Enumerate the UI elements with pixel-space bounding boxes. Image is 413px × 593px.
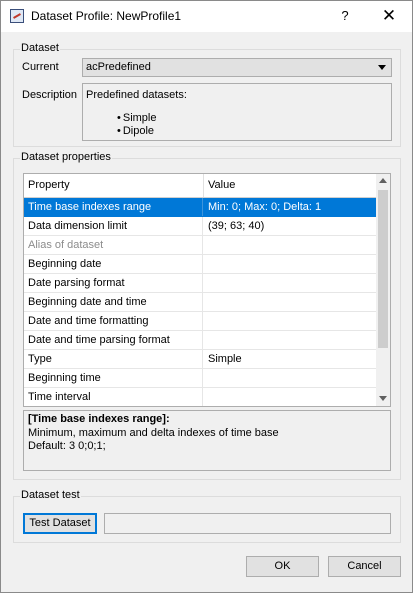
scroll-thumb[interactable] — [378, 190, 388, 348]
property-value[interactable] — [204, 274, 376, 292]
property-grid: Property Value Time base indexes range Mi… — [23, 173, 391, 407]
property-row[interactable]: Type Simple — [24, 350, 376, 369]
scroll-up-icon[interactable] — [379, 178, 387, 183]
property-name: Time interval — [24, 388, 203, 406]
description-item: Simple — [117, 112, 157, 124]
property-value[interactable] — [204, 293, 376, 311]
property-value[interactable] — [204, 388, 376, 406]
property-value[interactable] — [204, 255, 376, 273]
description-text: Predefined datasets: — [86, 89, 187, 101]
property-row[interactable]: Beginning date and time — [24, 293, 376, 312]
property-name: Date parsing format — [24, 274, 203, 292]
property-name: Beginning date and time — [24, 293, 203, 311]
property-name: Beginning date — [24, 255, 203, 273]
property-name: Date and time formatting — [24, 312, 203, 330]
help-default: Default: 3 0;0;1; — [28, 440, 106, 452]
property-name: Beginning time — [24, 369, 203, 387]
property-row[interactable]: Beginning time — [24, 369, 376, 388]
test-result-field — [104, 513, 391, 534]
dropdown-arrow-icon — [378, 65, 386, 70]
window-title: Dataset Profile: NewProfile1 — [31, 9, 182, 23]
property-row[interactable]: Date and time parsing format — [24, 331, 376, 350]
cancel-button[interactable]: Cancel — [328, 556, 401, 577]
property-row[interactable]: Beginning date — [24, 255, 376, 274]
dataset-group-label: Dataset — [20, 42, 60, 54]
column-header-property[interactable]: Property — [24, 174, 203, 197]
description-label: Description — [22, 89, 78, 101]
current-dataset-select[interactable]: acPredefined — [82, 58, 392, 77]
property-name: Date and time parsing format — [24, 331, 203, 349]
title-bar: Dataset Profile: NewProfile1 ? ✕ — [1, 1, 412, 32]
property-name: Time base indexes range — [24, 198, 203, 216]
column-header-value[interactable]: Value — [204, 174, 376, 197]
scroll-down-icon[interactable] — [379, 396, 387, 401]
property-value[interactable]: Min: 0; Max: 0; Delta: 1 — [204, 198, 376, 216]
property-row[interactable]: Data dimension limit (39; 63; 40) — [24, 217, 376, 236]
grid-header: Property Value — [24, 174, 376, 198]
property-value[interactable] — [204, 312, 376, 330]
dataset-profile-dialog: Dataset Profile: NewProfile1 ? ✕ Dataset… — [0, 0, 413, 593]
property-row[interactable]: Time base indexes range Min: 0; Max: 0; D… — [24, 198, 376, 217]
help-description: Minimum, maximum and delta indexes of ti… — [28, 427, 279, 439]
property-name: Data dimension limit — [24, 217, 203, 235]
property-value[interactable]: Simple — [204, 350, 376, 368]
current-dataset-value: acPredefined — [86, 61, 151, 73]
property-row[interactable]: Date parsing format — [24, 274, 376, 293]
property-row[interactable]: Alias of dataset — [24, 236, 376, 255]
property-value[interactable] — [204, 331, 376, 349]
test-group-label: Dataset test — [20, 489, 81, 501]
test-dataset-button[interactable]: Test Dataset — [23, 513, 97, 534]
property-value[interactable]: (39; 63; 40) — [204, 217, 376, 235]
close-button[interactable]: ✕ — [375, 5, 403, 27]
current-label: Current — [22, 61, 59, 73]
grid-scrollbar[interactable] — [376, 174, 390, 406]
property-value[interactable] — [204, 236, 376, 254]
properties-group-label: Dataset properties — [20, 151, 112, 163]
property-help-panel: [Time base indexes range]: Minimum, maxi… — [23, 410, 391, 471]
description-item: Dipole — [117, 125, 154, 137]
app-chart-icon — [10, 9, 24, 23]
property-row[interactable]: Date and time formatting — [24, 312, 376, 331]
description-box: Predefined datasets: Simple Dipole — [82, 83, 392, 141]
property-name: Type — [24, 350, 203, 368]
property-value[interactable] — [204, 369, 376, 387]
property-name: Alias of dataset — [24, 236, 203, 254]
property-row[interactable]: Time interval — [24, 388, 376, 406]
help-title: [Time base indexes range]: — [28, 413, 170, 425]
help-button[interactable]: ? — [333, 5, 357, 27]
ok-button[interactable]: OK — [246, 556, 319, 577]
